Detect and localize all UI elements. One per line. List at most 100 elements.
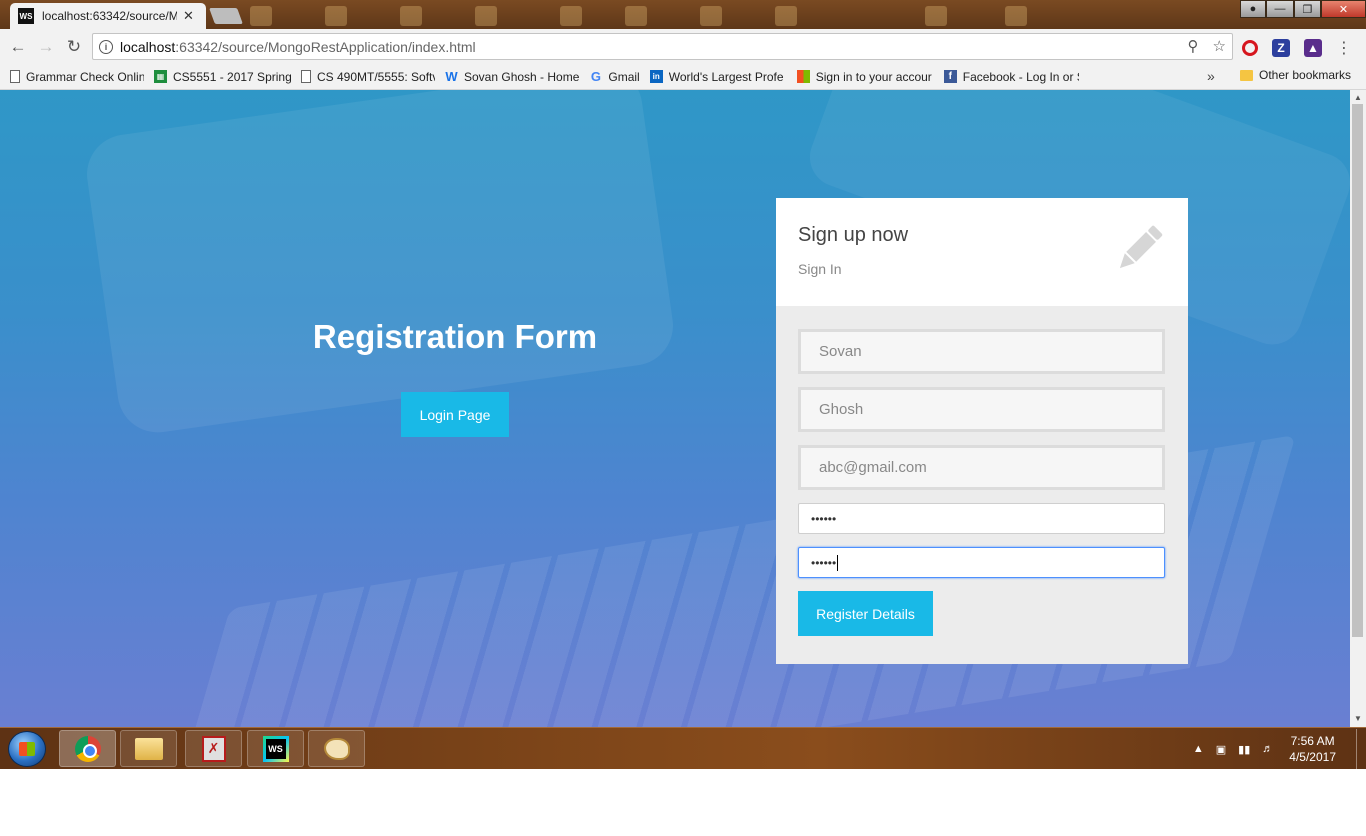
taskbar-paint[interactable] — [308, 730, 365, 767]
bookmark-item[interactable]: Grammar Check Onlin — [10, 70, 144, 84]
sign-in-link[interactable]: Sign In — [798, 261, 1166, 277]
webstorm-favicon-icon: WS — [18, 8, 34, 24]
card-title: Sign up now — [798, 224, 909, 246]
new-tab-button[interactable] — [209, 8, 243, 24]
taskbar-explorer[interactable] — [120, 730, 177, 767]
password-mask: •••••• — [811, 511, 837, 526]
start-button[interactable] — [8, 731, 46, 767]
bookmark-label: Facebook - Log In or S — [962, 69, 1079, 84]
volume-icon[interactable]: ♬ — [1262, 743, 1273, 755]
background-decoration — [775, 6, 797, 26]
show-desktop-button[interactable] — [1356, 729, 1366, 769]
bookmark-item[interactable]: W Sovan Ghosh - Home — [445, 69, 580, 84]
other-bookmarks-button[interactable]: Other bookmarks — [1240, 68, 1351, 82]
login-page-button[interactable]: Login Page — [401, 392, 509, 437]
microsoft-icon — [796, 70, 810, 83]
url-host: localhost — [120, 38, 176, 55]
bookmark-label: CS5551 - 2017 Spring — [173, 69, 291, 84]
tab-title: localhost:63342/source/MongoRestApplicat… — [42, 9, 177, 23]
close-window-button[interactable]: ✕ — [1321, 0, 1366, 18]
close-tab-icon[interactable]: ✕ — [183, 8, 194, 24]
browser-tab[interactable]: WS localhost:63342/source/MongoRestAppli… — [10, 3, 206, 29]
weebly-icon: W — [445, 69, 458, 84]
scrollbar[interactable]: ▲ ▼ — [1350, 90, 1366, 727]
windows-logo-icon — [19, 742, 35, 756]
linkedin-icon: in — [649, 70, 663, 83]
background-decoration — [560, 6, 582, 26]
webstorm-icon: WS — [262, 735, 289, 762]
first-name-field[interactable]: Sovan — [798, 329, 1165, 374]
tab-strip: WS localhost:63342/source/MongoRestAppli… — [0, 0, 1366, 29]
clock[interactable]: 7:56 AM 4/5/2017 — [1289, 733, 1336, 765]
confirm-password-field[interactable]: •••••• — [798, 547, 1165, 578]
taskbar-pdf[interactable]: ✗ — [185, 730, 242, 767]
last-name-field[interactable]: Ghosh — [798, 387, 1165, 432]
bookmarks-bar: Grammar Check Onlin ▦ CS5551 - 2017 Spri… — [0, 64, 1366, 90]
card-header: Sign up now Sign In — [776, 198, 1188, 306]
background-decoration — [250, 6, 272, 26]
background-decoration — [925, 6, 947, 26]
opera-icon[interactable] — [1242, 40, 1258, 56]
z-icon[interactable]: Z — [1272, 39, 1290, 57]
card-form: Sovan Ghosh abc@gmail.com •••••• •••••• … — [776, 306, 1188, 664]
other-bookmarks-label: Other bookmarks — [1259, 68, 1352, 82]
taskbar-webstorm[interactable]: WS — [247, 730, 304, 767]
bookmark-label: World's Largest Profe — [668, 69, 784, 84]
window-controls: ● — ❐ ✕ — [1240, 0, 1366, 18]
bookmark-item[interactable]: in World's Largest Profe — [649, 69, 787, 84]
info-icon[interactable]: i — [99, 39, 113, 54]
scroll-thumb[interactable] — [1352, 104, 1363, 637]
zoom-icon[interactable]: ⚲ — [1188, 37, 1199, 55]
background-decoration — [1005, 6, 1027, 26]
scroll-down-icon[interactable]: ▼ — [1354, 714, 1362, 723]
background-decoration — [625, 6, 647, 26]
bookmark-item[interactable]: f Facebook - Log In or S — [943, 69, 1079, 84]
system-tray: ▲ ▣ ▮▮ ♬ 7:56 AM 4/5/2017 — [1193, 728, 1366, 770]
extension-icon[interactable]: ▲ — [1304, 39, 1322, 57]
user-icon[interactable]: ● — [1240, 0, 1266, 18]
restore-button[interactable]: ❐ — [1294, 0, 1321, 18]
background-decoration — [81, 90, 679, 438]
page-title: Registration Form — [312, 318, 598, 355]
bookmark-label: Sign in to your accour — [815, 69, 932, 84]
background-decoration — [700, 6, 722, 26]
more-bookmarks-button[interactable]: » — [1207, 68, 1215, 84]
menu-dots-icon[interactable]: ⋮ — [1336, 38, 1352, 58]
facebook-icon: f — [943, 70, 957, 83]
page-viewport: Registration Form Login Page Sign up now… — [0, 90, 1350, 727]
email-field[interactable]: abc@gmail.com — [798, 445, 1165, 490]
minimize-button[interactable]: — — [1266, 0, 1294, 18]
bookmark-item[interactable]: Sign in to your accour — [796, 69, 934, 84]
chrome-icon — [74, 735, 101, 762]
password-field[interactable]: •••••• — [798, 503, 1165, 534]
bookmark-item[interactable]: G Gmail — [589, 69, 640, 84]
taskbar-chrome[interactable] — [59, 730, 116, 767]
google-icon: G — [590, 69, 601, 84]
network-device-icon[interactable]: ▣ — [1216, 743, 1226, 756]
folder-icon — [1240, 69, 1253, 81]
star-icon[interactable]: ☆ — [1213, 37, 1226, 55]
bookmark-item[interactable]: ▦ CS5551 - 2017 Spring — [154, 70, 291, 84]
forward-arrow-icon[interactable]: → — [36, 37, 56, 57]
signal-icon[interactable]: ▮▮ — [1238, 743, 1250, 756]
url-path: :63342/source/MongoRestApplication/index… — [175, 38, 476, 55]
bookmark-label: CS 490MT/5555: Softv — [317, 69, 435, 84]
bookmark-label: Gmail — [608, 69, 640, 84]
bookmark-label: Grammar Check Onlin — [26, 69, 144, 84]
register-button[interactable]: Register Details — [798, 591, 933, 636]
reload-icon[interactable]: ↻ — [64, 37, 84, 57]
scroll-up-icon[interactable]: ▲ — [1354, 93, 1362, 102]
address-bar[interactable]: i localhost :63342/source/MongoRestAppli… — [92, 33, 1233, 60]
signup-card: Sign up now Sign In Sovan Ghosh abc@gmai… — [776, 198, 1188, 664]
page-icon — [301, 70, 311, 83]
bookmark-label: Sovan Ghosh - Home — [464, 69, 580, 84]
text-caret — [837, 554, 839, 571]
back-arrow-icon[interactable]: ← — [8, 37, 28, 57]
pencil-icon — [1119, 225, 1163, 269]
page-icon — [10, 70, 20, 83]
background-decoration — [475, 6, 497, 26]
taskbar: ✗ WS ▲ ▣ ▮▮ ♬ 7:56 AM 4/5/2017 — [0, 727, 1366, 769]
bookmark-item[interactable]: CS 490MT/5555: Softv — [301, 70, 435, 84]
background-decoration — [325, 6, 347, 26]
show-hidden-icons-icon[interactable]: ▲ — [1193, 743, 1204, 755]
